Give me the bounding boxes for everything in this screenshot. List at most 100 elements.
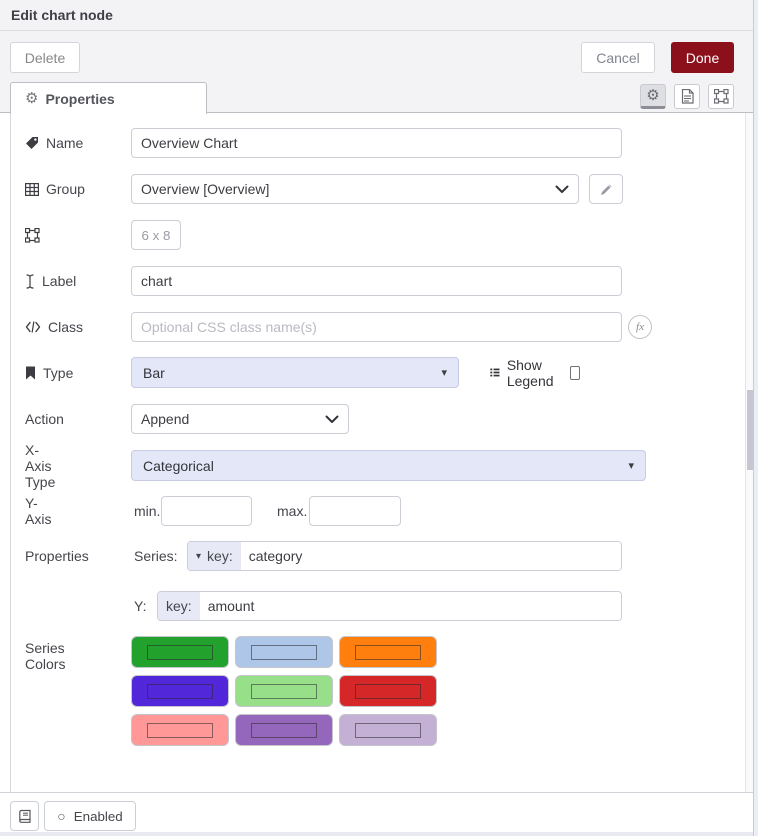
series-colors-label-group: Series Colors: [25, 640, 65, 672]
class-label: Class: [48, 319, 83, 335]
series-color-swatch[interactable]: [131, 675, 229, 707]
x-axis-type-value: Categorical: [143, 458, 214, 474]
chart-type-select[interactable]: Bar ▾: [131, 357, 459, 388]
group-select-value: Overview [Overview]: [141, 181, 269, 197]
y-axis-max-label: max.: [277, 503, 307, 519]
dialog-title: Edit chart node: [11, 7, 113, 23]
series-color-swatch[interactable]: [235, 636, 333, 668]
pencil-icon: [600, 183, 613, 196]
series-key-input[interactable]: [241, 542, 621, 570]
caret-down-icon: ▾: [628, 459, 634, 472]
dialog-toolbar: Delete Cancel Done: [0, 31, 753, 80]
y-key-input[interactable]: [200, 592, 621, 620]
caret-down-icon: ▾: [441, 366, 447, 379]
class-label-group: Class: [25, 319, 83, 335]
y-axis-max-input[interactable]: [309, 496, 401, 526]
type-label-group: Type: [25, 365, 73, 381]
chart-type-value: Bar: [143, 365, 165, 381]
series-key-field: ▾ key:: [187, 541, 622, 571]
caret-down-icon: ▾: [196, 551, 201, 562]
tab-properties[interactable]: ⚙ Properties: [10, 82, 207, 114]
action-label: Action: [25, 411, 64, 427]
book-icon: [18, 809, 32, 823]
series-color-swatch-inner: [251, 684, 317, 699]
size-button[interactable]: 6 x 8: [131, 220, 181, 250]
group-label: Group: [46, 181, 85, 197]
series-color-swatch[interactable]: [235, 714, 333, 746]
properties-panel: Name Group Overview [Overview]: [10, 113, 745, 792]
y-axis-label-group: Y-Axis: [25, 495, 51, 527]
series-color-swatch[interactable]: [131, 714, 229, 746]
y-axis-min-label: min.: [134, 503, 160, 519]
action-label-group: Action: [25, 411, 64, 427]
name-label-group: Name: [25, 135, 83, 151]
node-enabled-toggle[interactable]: ○ Enabled: [44, 801, 136, 831]
y-key-prefix-label: key:: [166, 598, 192, 614]
series-color-swatch[interactable]: [235, 675, 333, 707]
series-color-swatch-inner: [355, 684, 421, 699]
series-color-swatch[interactable]: [339, 636, 437, 668]
series-key-type-button[interactable]: ▾ key:: [188, 542, 241, 570]
tab-properties-label: Properties: [45, 91, 114, 107]
expression-button[interactable]: fx: [628, 315, 652, 339]
tab-bar: ⚙ Properties ⚙: [0, 80, 753, 113]
action-select-value: Append: [141, 411, 189, 427]
class-input[interactable]: [131, 312, 622, 342]
series-color-swatch-inner: [147, 723, 213, 738]
list-icon: [490, 366, 500, 379]
series-color-swatch-inner: [251, 723, 317, 738]
series-color-swatch-inner: [355, 645, 421, 660]
label-label-group: Label: [25, 273, 76, 289]
name-label: Name: [46, 135, 83, 151]
properties-label-group: Properties: [25, 548, 89, 564]
delete-button[interactable]: Delete: [10, 42, 80, 73]
object-group-icon: [714, 89, 729, 104]
fx-icon: fx: [636, 321, 644, 333]
bottom-edge-strip: [0, 832, 753, 836]
enabled-label: Enabled: [74, 809, 123, 824]
series-color-swatch[interactable]: [339, 714, 437, 746]
group-label-group: Group: [25, 181, 85, 197]
series-color-swatch[interactable]: [339, 675, 437, 707]
chevron-down-icon: [555, 185, 569, 194]
show-legend-label: Show Legend: [507, 357, 563, 389]
done-button[interactable]: Done: [671, 42, 734, 73]
series-label: Series:: [134, 548, 178, 564]
action-select[interactable]: Append: [131, 404, 349, 434]
gear-icon: ⚙: [646, 88, 659, 103]
name-input[interactable]: [131, 128, 622, 158]
bookmark-icon: [25, 366, 36, 380]
tag-icon: [25, 136, 39, 150]
table-icon: [25, 183, 39, 196]
properties-view-button[interactable]: ⚙: [640, 84, 666, 109]
node-help-button[interactable]: [10, 801, 39, 831]
series-color-swatch-inner: [355, 723, 421, 738]
edit-group-button[interactable]: [589, 174, 623, 204]
y-key-field: key:: [157, 591, 622, 621]
size-label-group: [25, 228, 40, 243]
series-color-swatch[interactable]: [131, 636, 229, 668]
x-axis-label-group: X-Axis Type: [25, 442, 55, 490]
document-icon: [681, 89, 694, 104]
code-icon: [25, 321, 41, 333]
series-color-swatch-inner: [251, 645, 317, 660]
x-axis-type-select[interactable]: Categorical ▾: [131, 450, 646, 481]
show-legend-checkbox[interactable]: [570, 366, 580, 380]
x-axis-label: X-Axis Type: [25, 442, 55, 490]
y-key-label: Y:: [134, 598, 146, 614]
properties-label: Properties: [25, 548, 89, 564]
cancel-button[interactable]: Cancel: [581, 42, 655, 73]
y-axis-min-input[interactable]: [161, 496, 252, 526]
chevron-down-icon: [325, 415, 339, 424]
show-legend-group: Show Legend: [490, 357, 580, 389]
i-cursor-icon: [25, 274, 35, 289]
object-group-icon: [25, 228, 40, 243]
gear-icon: ⚙: [25, 91, 38, 106]
panel-scrollbar[interactable]: [745, 113, 753, 792]
group-select[interactable]: Overview [Overview]: [131, 174, 579, 204]
label-input[interactable]: [131, 266, 622, 296]
description-view-button[interactable]: [674, 84, 700, 109]
appearance-view-button[interactable]: [708, 84, 734, 109]
y-key-prefix: key:: [158, 592, 200, 620]
window-edge-strip: [753, 0, 758, 836]
